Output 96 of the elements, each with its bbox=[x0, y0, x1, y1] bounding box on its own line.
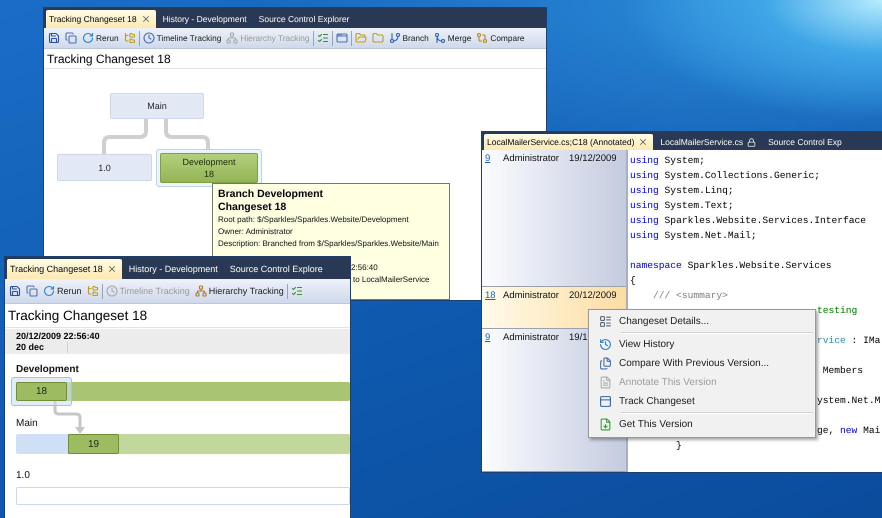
branch-node[interactable]: Main bbox=[110, 93, 204, 119]
code-line: /// <summary> bbox=[652, 290, 728, 301]
list-icon bbox=[598, 315, 612, 328]
tooltip-text: Root path: $/Sparkles/Sparkles.Website/Development bbox=[218, 214, 409, 226]
code-line: ystem.Net.M bbox=[817, 395, 880, 406]
close-icon[interactable] bbox=[106, 264, 117, 274]
branch-icon bbox=[388, 32, 400, 44]
save-icon bbox=[9, 285, 21, 297]
tab[interactable]: Tracking Changeset 18 bbox=[7, 259, 122, 279]
tab[interactable]: LocalMailerService.cs;C18 (Annotated) bbox=[484, 134, 654, 150]
code-line: rvice : IMa bbox=[817, 335, 880, 346]
tooltip-text: 2:56:40 bbox=[351, 262, 378, 274]
changeset-button[interactable]: 19 bbox=[68, 434, 119, 454]
hierarchy-icon bbox=[226, 32, 238, 44]
code-line: Members bbox=[822, 365, 864, 376]
tab[interactable]: Tracking Changeset 18 bbox=[46, 10, 156, 28]
branch-node[interactable]: 1.0 bbox=[57, 154, 152, 181]
changeset-button[interactable]: 18 bbox=[11, 377, 72, 406]
tooltip-text: Description: Branched from $/Sparkles/Sparkles.Website/Main bbox=[218, 238, 439, 250]
branch-node[interactable]: Development 18 bbox=[156, 149, 262, 187]
toolbar-button[interactable] bbox=[46, 31, 62, 45]
toolbar-button[interactable] bbox=[24, 284, 40, 298]
download-icon bbox=[598, 418, 612, 431]
tab[interactable]: Source Control Explorer bbox=[256, 10, 354, 28]
page-title: Tracking Changeset 18 bbox=[44, 49, 546, 69]
history-icon bbox=[598, 338, 612, 351]
branch-label: Main bbox=[16, 417, 38, 431]
code-line: namespace Sparkles.Website.Services bbox=[630, 260, 832, 271]
close-icon[interactable] bbox=[140, 14, 151, 24]
document-icon bbox=[598, 376, 612, 389]
toolbar-button[interactable] bbox=[334, 31, 350, 45]
clock-icon bbox=[106, 285, 118, 297]
compare-icon bbox=[476, 32, 488, 44]
lock-icon bbox=[747, 138, 756, 146]
tooltip-text: to LocalMailerService bbox=[353, 274, 430, 286]
refresh-icon bbox=[82, 32, 94, 44]
date-text: 19/12/2009 bbox=[569, 153, 618, 164]
window-icon bbox=[336, 32, 348, 44]
toolbar-button[interactable]: Hierarchy Tracking bbox=[192, 284, 286, 298]
tooltip-title: Branch Development bbox=[218, 188, 324, 201]
toolbar-button[interactable]: Rerun bbox=[41, 284, 84, 298]
toolbar-button[interactable]: Rerun bbox=[80, 31, 121, 45]
code-line: using System.Text; bbox=[630, 200, 734, 211]
folder-tree-icon bbox=[124, 32, 136, 44]
toolbar-button[interactable] bbox=[7, 284, 23, 298]
hierarchy-icon bbox=[194, 285, 207, 297]
folder-icon bbox=[372, 32, 384, 44]
date-text: 20/12/2009 bbox=[569, 290, 618, 301]
panel-icon bbox=[598, 395, 612, 408]
code-line: } bbox=[675, 440, 682, 451]
tab[interactable]: History - Development bbox=[160, 10, 252, 28]
code-line: testing bbox=[817, 305, 858, 316]
branch-label: 1.0 bbox=[16, 469, 30, 483]
author-text: Administrator bbox=[503, 290, 560, 301]
changeset-link[interactable]: 9 bbox=[485, 332, 503, 343]
save-icon bbox=[48, 32, 60, 44]
toolbar-button[interactable]: Timeline Tracking bbox=[140, 31, 224, 45]
toolbar-button[interactable]: Compare bbox=[474, 31, 526, 45]
annotation-block[interactable]: 9 Administrator 19/12/2009 bbox=[482, 150, 626, 287]
merge-icon bbox=[434, 32, 446, 44]
checklist-icon bbox=[290, 285, 303, 297]
clock-icon bbox=[142, 32, 155, 44]
copy-icon bbox=[26, 285, 38, 297]
timestamp: 20/12/2009 22:56:40 bbox=[16, 330, 101, 342]
changeset-link[interactable]: 9 bbox=[485, 153, 503, 164]
tooltip-subtitle: Changeset 18 bbox=[218, 201, 286, 214]
folder-icon bbox=[354, 32, 366, 44]
page-title: Tracking Changeset 18 bbox=[5, 304, 350, 328]
tab[interactable]: Source Control Exp bbox=[765, 134, 847, 150]
changeset-link[interactable]: 18 bbox=[485, 290, 503, 301]
code-line: using Sparkles.Website.Services.Interface bbox=[630, 215, 866, 226]
refresh-icon bbox=[43, 285, 55, 297]
checklist-icon bbox=[316, 32, 328, 44]
toolbar-button[interactable]: Branch bbox=[386, 31, 431, 45]
author-text: Administrator bbox=[503, 153, 560, 164]
code-line: using System.Collections.Generic; bbox=[630, 170, 820, 181]
code-line: using System.Net.Mail; bbox=[630, 230, 757, 241]
tab[interactable]: Source Control Explore bbox=[226, 259, 328, 279]
merge-arrow bbox=[52, 399, 84, 435]
tab[interactable]: LocalMailerService.cs bbox=[657, 134, 762, 150]
toolbar-button[interactable]: Merge bbox=[432, 31, 474, 45]
tab[interactable]: History - Development bbox=[126, 259, 223, 279]
toolbar-button[interactable] bbox=[63, 31, 79, 45]
copy-icon bbox=[65, 32, 77, 44]
files-icon bbox=[598, 357, 612, 370]
code-line: ge, new Mai bbox=[817, 425, 880, 436]
day-label: 20 dec bbox=[16, 342, 68, 353]
code-line: { bbox=[630, 275, 636, 286]
tooltip-text: Owner: Administrator bbox=[218, 226, 293, 238]
code-line: using System.Linq; bbox=[630, 185, 734, 196]
close-icon[interactable] bbox=[638, 137, 648, 147]
folder-tree-icon bbox=[86, 285, 99, 297]
date-text: 19/1 bbox=[569, 332, 588, 343]
code-line: using System; bbox=[630, 155, 705, 166]
author-text: Administrator bbox=[503, 332, 560, 343]
branch-label: Development bbox=[16, 363, 79, 377]
